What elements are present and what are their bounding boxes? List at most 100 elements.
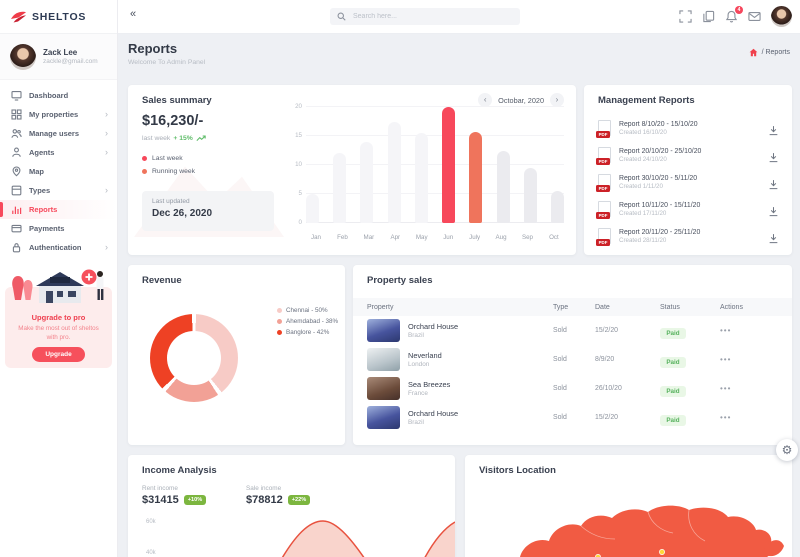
donut-legend-label: Chennai - 50% bbox=[286, 307, 328, 314]
property-name: Orchard House bbox=[408, 322, 458, 331]
x-tick-label: May bbox=[412, 234, 432, 241]
property-sales-title: Property sales bbox=[367, 275, 432, 286]
topbar: « 4 bbox=[117, 0, 800, 34]
sidebar-item-authentication[interactable]: Authentication› bbox=[0, 238, 117, 257]
row-actions-menu[interactable]: ••• bbox=[720, 326, 792, 335]
prev-month-button[interactable]: ‹ bbox=[478, 93, 492, 107]
download-icon[interactable] bbox=[768, 123, 780, 135]
sidebar-item-manage-users[interactable]: Manage users› bbox=[0, 124, 117, 143]
bell-icon[interactable]: 4 bbox=[725, 10, 738, 23]
last-updated-date: Dec 26, 2020 bbox=[152, 208, 274, 219]
theme-settings-gear-icon[interactable]: ⚙ bbox=[776, 439, 798, 461]
property-cell: Orchard HouseBrazil bbox=[367, 406, 553, 429]
sales-delta: last week + 15% bbox=[142, 135, 206, 142]
col-property: Property bbox=[367, 304, 553, 311]
table-row[interactable]: NeverlandLondonSold8/9/20Paid••• bbox=[353, 345, 792, 374]
search-input[interactable] bbox=[351, 12, 505, 21]
bird-logo-icon bbox=[10, 10, 27, 24]
fullscreen-icon[interactable] bbox=[679, 10, 692, 23]
report-row[interactable]: PDFReport 10/11/20 - 15/11/20Created 17/… bbox=[596, 196, 780, 223]
sidebar-user[interactable]: Zack Lee zackle@gmail.com bbox=[0, 34, 117, 80]
bar-july[interactable] bbox=[469, 132, 482, 223]
bar-apr[interactable] bbox=[388, 122, 401, 224]
download-icon[interactable] bbox=[768, 204, 780, 216]
row-actions-menu[interactable]: ••• bbox=[720, 355, 792, 364]
bar-mar[interactable] bbox=[360, 142, 373, 223]
brand-name: SHELTOS bbox=[32, 11, 86, 23]
properties-icon bbox=[11, 109, 22, 120]
property-thumbnail bbox=[367, 377, 400, 400]
sidebar-item-my-properties[interactable]: My properties› bbox=[0, 105, 117, 124]
report-row[interactable]: PDFReport 20/11/20 - 25/11/20Created 28/… bbox=[596, 223, 780, 250]
sidebar-collapse-button[interactable]: « bbox=[130, 8, 136, 20]
property-cell: Sea BreezesFrance bbox=[367, 377, 553, 400]
property-date: 15/2/20 bbox=[595, 414, 660, 421]
sidebar-item-dashboard[interactable]: Dashboard bbox=[0, 86, 117, 105]
mail-icon[interactable] bbox=[748, 10, 761, 23]
sidebar: SHELTOS Zack Lee zackle@gmail.com Dashbo… bbox=[0, 0, 118, 557]
y-tick-label: 5 bbox=[284, 190, 302, 197]
report-list: PDFReport 8/10/20 - 15/10/20Created 16/1… bbox=[596, 115, 780, 250]
sidebar-item-label: Dashboard bbox=[29, 91, 68, 100]
table-row[interactable]: Sea BreezesFranceSold26/10/20Paid••• bbox=[353, 374, 792, 403]
sales-legend: Last weekRunning week bbox=[142, 155, 195, 181]
y-tick-label: 0 bbox=[284, 219, 302, 226]
sidebar-item-types[interactable]: Types› bbox=[0, 181, 117, 200]
report-title: Report 30/10/20 - 5/11/20 bbox=[619, 175, 768, 182]
management-reports-title: Management Reports bbox=[598, 95, 695, 106]
legend-label: Running week bbox=[152, 168, 195, 175]
sidebar-item-agents[interactable]: Agents› bbox=[0, 143, 117, 162]
row-actions-menu[interactable]: ••• bbox=[720, 384, 792, 393]
sidebar-item-label: Reports bbox=[29, 205, 57, 214]
report-row[interactable]: PDFReport 8/10/20 - 15/10/20Created 16/1… bbox=[596, 115, 780, 142]
pdf-file-icon: PDF bbox=[596, 201, 611, 219]
types-icon bbox=[11, 185, 22, 196]
report-row[interactable]: PDFReport 30/10/20 - 5/11/20Created 1/11… bbox=[596, 169, 780, 196]
trend-up-icon bbox=[196, 135, 206, 142]
sidebar-item-payments[interactable]: Payments bbox=[0, 219, 117, 238]
donut-legend-dot bbox=[277, 330, 282, 335]
copy-icon[interactable] bbox=[702, 10, 715, 23]
status-badge: Paid bbox=[660, 357, 686, 368]
home-icon[interactable] bbox=[749, 48, 758, 57]
bar-aug[interactable] bbox=[497, 151, 510, 224]
bar-may[interactable] bbox=[415, 133, 428, 223]
topbar-avatar[interactable] bbox=[771, 6, 792, 27]
bar-oct[interactable] bbox=[551, 191, 564, 223]
property-name: Orchard House bbox=[408, 409, 458, 418]
sidebar-item-label: Authentication bbox=[29, 243, 82, 252]
income-area-chart bbox=[163, 513, 455, 557]
report-texts: Report 30/10/20 - 5/11/20Created 1/11/20 bbox=[619, 175, 768, 190]
property-date: 8/9/20 bbox=[595, 356, 660, 363]
download-icon[interactable] bbox=[768, 150, 780, 162]
breadcrumb-current[interactable]: / Reports bbox=[762, 49, 790, 56]
sale-income-group: Sale income $78812 +22% bbox=[246, 485, 310, 506]
upgrade-button[interactable]: Upgrade bbox=[32, 347, 84, 362]
bar-jun[interactable] bbox=[442, 107, 455, 223]
bar-feb[interactable] bbox=[333, 153, 346, 223]
next-month-button[interactable]: › bbox=[550, 93, 564, 107]
row-actions-menu[interactable]: ••• bbox=[720, 413, 792, 422]
sidebar-item-reports[interactable]: Reports bbox=[0, 200, 117, 219]
search-box bbox=[330, 8, 520, 25]
sidebar-item-map[interactable]: Map bbox=[0, 162, 117, 181]
table-row[interactable]: Orchard HouseBrazilSold15/2/20Paid••• bbox=[353, 403, 792, 432]
bar-sep[interactable] bbox=[524, 168, 537, 223]
download-icon[interactable] bbox=[768, 177, 780, 189]
donut-legend-dot bbox=[277, 308, 282, 313]
y-tick-label: 20 bbox=[284, 103, 302, 110]
report-row[interactable]: PDFReport 20/10/20 - 25/10/20Created 24/… bbox=[596, 142, 780, 169]
notification-badge: 4 bbox=[735, 6, 743, 14]
sales-summary-card: Sales summary ‹ Octobar, 2020 › $16,230/… bbox=[128, 85, 576, 255]
bar-jan[interactable] bbox=[306, 194, 319, 223]
period-label: Octobar, 2020 bbox=[498, 96, 544, 105]
property-sales-card: Property sales Property Type Date Status… bbox=[353, 265, 792, 445]
legend-dot bbox=[142, 156, 147, 161]
brand-logo[interactable]: SHELTOS bbox=[0, 0, 117, 34]
download-icon[interactable] bbox=[768, 231, 780, 243]
upgrade-illustration bbox=[6, 262, 111, 309]
table-row[interactable]: Orchard HouseBrazilSold15/2/20Paid••• bbox=[353, 316, 792, 345]
report-created: Created 24/10/20 bbox=[619, 156, 768, 163]
property-text: Orchard HouseBrazil bbox=[408, 409, 458, 426]
last-updated-box: Last updated Dec 26, 2020 bbox=[142, 191, 274, 231]
